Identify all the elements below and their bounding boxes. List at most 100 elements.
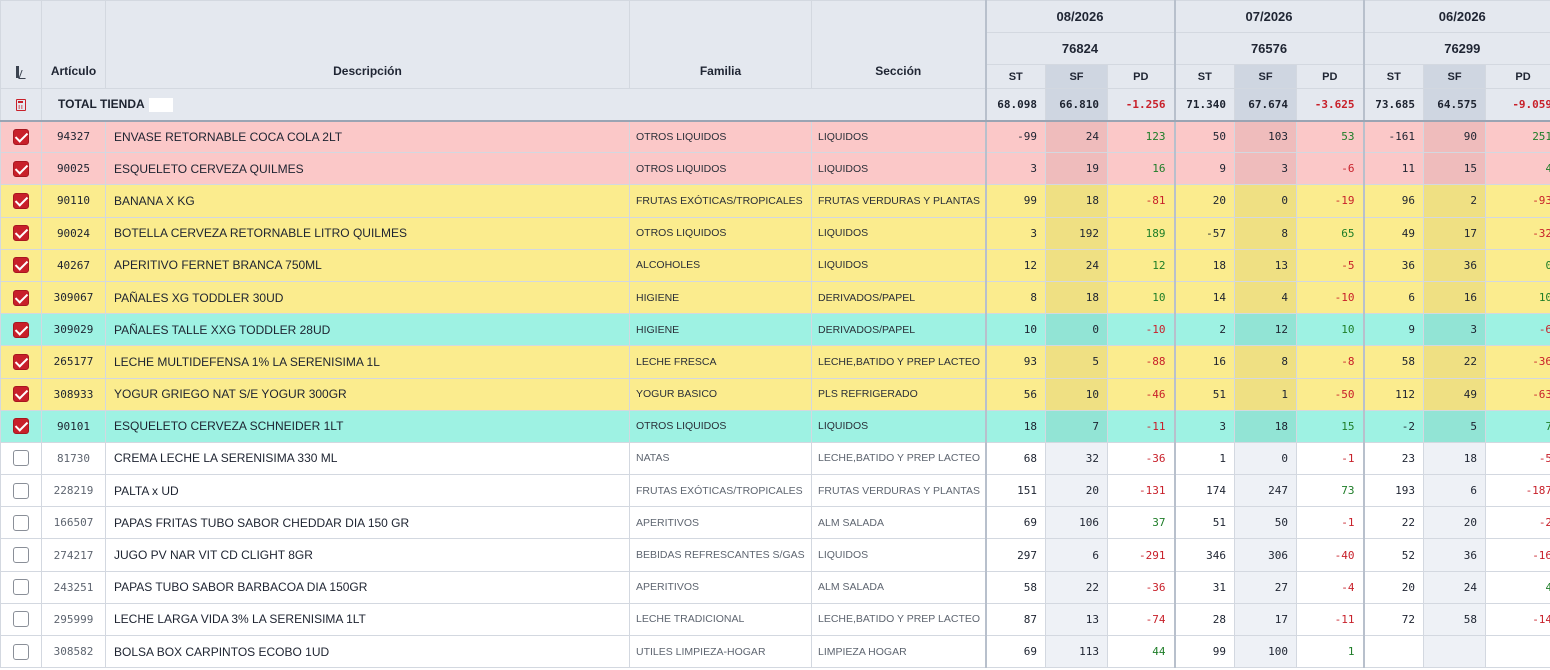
value-pd: 12	[1106, 248, 1176, 282]
row-select-cell[interactable]	[0, 409, 42, 443]
row-select-cell[interactable]	[0, 570, 42, 604]
row-select-cell[interactable]	[0, 634, 42, 669]
article-section: FRUTAS VERDURAS Y PLANTAS	[811, 184, 986, 218]
article-code: 265177	[41, 345, 106, 379]
col-descripcion[interactable]: Descripción	[105, 0, 630, 89]
row-select-cell[interactable]	[0, 280, 42, 315]
table-row[interactable]: 295999 LECHE LARGA VIDA 3% LA SERENISIMA …	[0, 602, 1550, 637]
col-pd[interactable]: PD	[1296, 64, 1365, 89]
col-familia[interactable]: Familia	[629, 0, 812, 89]
article-family: OTROS LIQUIDOS	[629, 152, 812, 186]
table-row[interactable]: 90025 ESQUELETO CERVEZA QUILMES OTROS LIQU…	[0, 152, 1550, 186]
col-seccion[interactable]: Sección	[811, 0, 986, 89]
value-st: 49	[1362, 216, 1425, 250]
row-checkbox[interactable]	[13, 225, 29, 242]
sort-icon[interactable]	[15, 65, 27, 78]
table-row[interactable]: 308582 BOLSA BOX CARPINTOS ECOBO 1UD UTILE…	[0, 634, 1550, 669]
value-st: 193	[1362, 474, 1425, 508]
row-checkbox[interactable]	[13, 643, 29, 660]
value-pd: -40	[1296, 538, 1365, 572]
row-checkbox[interactable]	[13, 611, 29, 628]
row-select-cell[interactable]	[0, 184, 42, 218]
table-row[interactable]: 166507 PAPAS FRITAS TUBO SABOR CHEDDAR DI…	[0, 506, 1550, 540]
col-st[interactable]: ST	[1173, 64, 1236, 89]
row-select-cell[interactable]	[0, 538, 42, 572]
row-checkbox[interactable]	[13, 579, 29, 596]
row-select-cell[interactable]	[0, 377, 42, 411]
value-sf: 8	[1234, 345, 1298, 379]
table-row[interactable]: 274217 JUGO PV NAR VIT CD CLIGHT 8GR BEBID…	[0, 538, 1550, 572]
row-checkbox[interactable]	[13, 353, 29, 370]
value-st: 3	[984, 152, 1046, 186]
article-code: 295999	[41, 602, 106, 637]
article-code: 94327	[41, 119, 106, 154]
total-pd: -1.256	[1106, 88, 1176, 122]
row-select-cell[interactable]	[0, 313, 42, 347]
total-sf: 64.575	[1423, 88, 1487, 122]
value-pd: -50	[1296, 377, 1365, 411]
row-checkbox[interactable]	[13, 128, 29, 145]
row-select-cell[interactable]	[0, 152, 42, 186]
table-row[interactable]: 309067 PAÑALES XG TODDLER 30UD HIGIENE DERI…	[0, 280, 1550, 315]
col-articulo[interactable]: Artículo	[41, 0, 106, 89]
calculator-icon	[16, 99, 26, 112]
row-checkbox[interactable]	[13, 289, 29, 306]
row-select-cell[interactable]	[0, 248, 42, 282]
table-row[interactable]: 90101 ESQUELETO CERVEZA SCHNEIDER 1LT OTRO…	[0, 409, 1550, 443]
col-st[interactable]: ST	[1362, 64, 1425, 89]
value-sf: 2	[1423, 184, 1487, 218]
col-pd[interactable]: PD	[1106, 64, 1176, 89]
table-row[interactable]: 94327 ENVASE RETORNABLE COCA COLA 2LT OTRO…	[0, 119, 1550, 154]
row-checkbox[interactable]	[13, 321, 29, 338]
row-select-cell[interactable]	[0, 474, 42, 508]
value-st: 87	[984, 602, 1046, 637]
col-pd[interactable]: PD	[1485, 64, 1550, 89]
col-sf[interactable]: SF	[1045, 64, 1108, 89]
value-pd: -11	[1106, 409, 1176, 443]
col-sf[interactable]: SF	[1423, 64, 1487, 89]
value-sf: 5	[1045, 345, 1108, 379]
value-st: 58	[1362, 345, 1425, 379]
col-st[interactable]: ST	[984, 64, 1046, 89]
table-row[interactable]: 81730 CREMA LECHE LA SERENISIMA 330 ML NAT…	[0, 441, 1550, 476]
value-sf: 103	[1234, 119, 1298, 154]
row-checkbox[interactable]	[13, 514, 29, 531]
table-row[interactable]: 90110 BANANA X KG FRUTAS EXÓTICAS/TROPICAL…	[0, 184, 1550, 218]
value-sf: 6	[1045, 538, 1108, 572]
article-code: 166507	[41, 506, 106, 540]
table-row[interactable]: 40267 APERITIVO FERNET BRANCA 750ML ALCOHO…	[0, 248, 1550, 282]
value-st: 52	[1362, 538, 1425, 572]
row-checkbox[interactable]	[13, 160, 29, 177]
table-row[interactable]: 309029 PAÑALES TALLE XXG TODDLER 28UD HIGI…	[0, 313, 1550, 347]
row-select-cell[interactable]	[0, 602, 42, 637]
value-sf: 19	[1045, 152, 1108, 186]
row-checkbox[interactable]	[13, 482, 29, 499]
article-section: LECHE,BATIDO Y PREP LACTEO	[811, 441, 986, 476]
row-select-cell[interactable]	[0, 345, 42, 379]
table-row[interactable]: 90024 BOTELLA CERVEZA RETORNABLE LITRO QU…	[0, 216, 1550, 250]
col-sf[interactable]: SF	[1234, 64, 1298, 89]
table-row[interactable]: 228219 PALTA x UD FRUTAS EXÓTICAS/TROPICAL…	[0, 474, 1550, 508]
row-select-cell[interactable]	[0, 441, 42, 476]
value-sf: 18	[1045, 184, 1108, 218]
table-row[interactable]: 308933 YOGUR GRIEGO NAT S/E YOGUR 300GR YO…	[0, 377, 1550, 411]
row-select-cell[interactable]	[0, 216, 42, 250]
row-select-cell[interactable]	[0, 506, 42, 540]
select-all-header[interactable]	[0, 0, 42, 89]
row-checkbox[interactable]	[13, 418, 29, 435]
total-filter-box[interactable]	[148, 97, 173, 112]
value-pd: -46	[1106, 377, 1176, 411]
row-select-cell[interactable]	[0, 119, 42, 154]
value-pd: -2	[1485, 506, 1550, 540]
row-checkbox[interactable]	[13, 192, 29, 209]
article-section: LECHE,BATIDO Y PREP LACTEO	[811, 345, 986, 379]
table-row[interactable]: 265177 LECHE MULTIDEFENSA 1% LA SERENISIM…	[0, 345, 1550, 379]
table-row[interactable]: 243251 PAPAS TUBO SABOR BARBACOA DIA 150G…	[0, 570, 1550, 604]
row-checkbox[interactable]	[13, 257, 29, 274]
article-description: BOLSA BOX CARPINTOS ECOBO 1UD	[105, 634, 630, 669]
value-sf: 24	[1045, 119, 1108, 154]
row-checkbox[interactable]	[13, 547, 29, 564]
row-checkbox[interactable]	[13, 450, 29, 467]
value-pd: 123	[1106, 119, 1176, 154]
row-checkbox[interactable]	[13, 386, 29, 403]
